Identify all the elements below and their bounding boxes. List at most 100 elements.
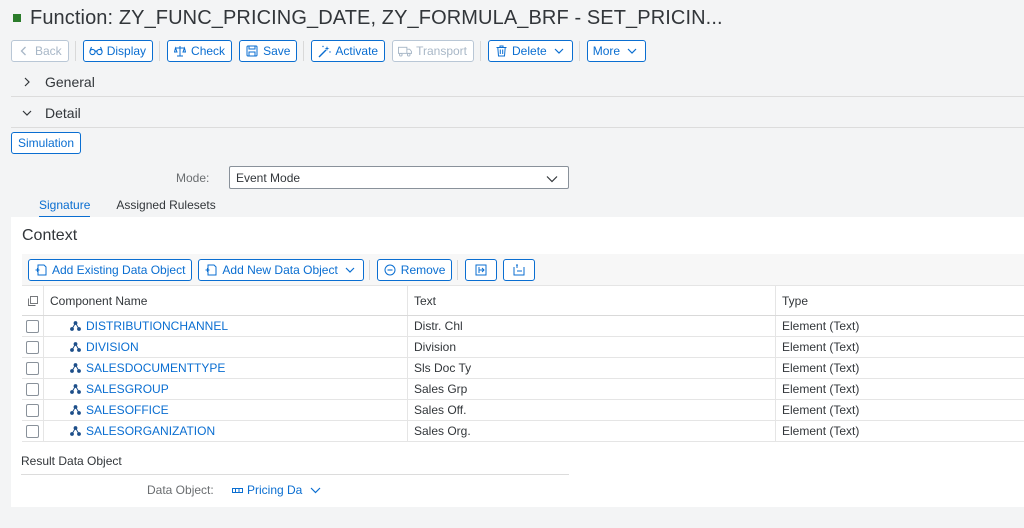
remove-button-label: Remove (400, 262, 446, 277)
tab-bar: Signature Assigned Rulesets (22, 196, 242, 218)
component-name-link[interactable]: SALESDOCUMENTTYPE (86, 361, 225, 375)
glasses-icon (89, 44, 103, 58)
display-button[interactable]: Display (82, 40, 154, 62)
check-button-label: Check (191, 44, 226, 58)
page-title: Function: ZY_FUNC_PRICING_DATE, ZY_FORMU… (30, 6, 723, 29)
component-name-link[interactable]: SALESGROUP (86, 382, 169, 396)
add-document-icon (204, 263, 218, 277)
row-checkbox[interactable] (26, 403, 39, 417)
component-text-cell: Sales Org. (408, 421, 776, 441)
activate-button-label: Activate (335, 44, 379, 58)
remove-button[interactable]: Remove (376, 258, 453, 281)
section-detail[interactable]: Detail (11, 98, 1024, 128)
add-existing-data-object-button[interactable]: Add Existing Data Object (28, 258, 193, 281)
row-select-cell[interactable] (22, 316, 44, 336)
toolbar-separator (159, 41, 161, 61)
chevron-right-icon (21, 76, 33, 88)
component-name-cell: SALESORGANIZATION (44, 421, 408, 441)
component-name-cell: DISTRIBUTIONCHANNEL (44, 316, 408, 336)
context-title: Context (22, 227, 78, 244)
tab-assigned-rulesets[interactable]: Assigned Rulesets (116, 196, 215, 218)
component-text-cell: Distr. Chl (408, 316, 776, 336)
delete-button[interactable]: Delete (488, 40, 573, 62)
row-checkbox[interactable] (26, 319, 39, 333)
save-icon (245, 44, 259, 58)
more-button-label: More (592, 44, 621, 58)
toolbar-separator (303, 41, 305, 61)
row-checkbox[interactable] (26, 382, 39, 396)
column-header-text[interactable]: Text (408, 286, 776, 315)
data-object-label: Data Object: (147, 483, 214, 497)
row-select-cell[interactable] (22, 379, 44, 399)
table-row[interactable]: SALESOFFICE Sales Off. Element (Text) (22, 400, 1024, 421)
collapse-icon (512, 263, 526, 277)
table-row[interactable]: SALESORGANIZATION Sales Org. Element (Text… (22, 421, 1024, 442)
magic-wand-icon (317, 44, 331, 58)
component-type-cell: Element (Text) (782, 340, 860, 354)
component-name-cell: SALESDOCUMENTTYPE (44, 358, 408, 378)
table-body: DISTRIBUTIONCHANNEL Distr. Chl Element (Te… (22, 316, 1024, 442)
expand-icon (474, 263, 488, 277)
collapse-all-button[interactable] (503, 258, 536, 281)
table-row[interactable]: SALESGROUP Sales Grp Element (Text) (22, 379, 1024, 400)
column-header-type[interactable]: Type (776, 286, 1024, 315)
select-all-cell[interactable] (22, 286, 44, 315)
component-name-link[interactable]: SALESOFFICE (86, 403, 169, 417)
column-header-component-name[interactable]: Component Name (44, 286, 408, 315)
component-name-link[interactable]: SALESORGANIZATION (86, 424, 215, 438)
title-bar: Function: ZY_FUNC_PRICING_DATE, ZY_FORMU… (0, 0, 1024, 36)
add-new-data-object-button[interactable]: Add New Data Object (198, 258, 364, 281)
data-element-icon (232, 487, 243, 494)
element-tree-icon (70, 363, 81, 373)
transport-button[interactable]: Transport (392, 40, 475, 62)
truck-icon (398, 44, 413, 58)
table-row[interactable]: DISTRIBUTIONCHANNEL Distr. Chl Element (Te… (22, 316, 1024, 337)
select-all-icon (27, 295, 38, 306)
row-select-cell[interactable] (22, 421, 44, 441)
component-name-link[interactable]: DISTRIBUTIONCHANNEL (86, 319, 228, 333)
chevron-left-icon (17, 44, 31, 58)
component-type-cell: Element (Text) (782, 319, 860, 333)
tab-signature[interactable]: Signature (39, 196, 91, 218)
component-type-cell: Element (Text) (782, 424, 860, 438)
mode-select[interactable]: Event Mode (229, 166, 569, 189)
element-tree-icon (70, 384, 81, 394)
context-panel: Context Add Existing Data Object Add New… (11, 217, 1024, 507)
data-object-link[interactable]: Pricing Da (232, 483, 321, 497)
context-table: Component Name Text Type DISTRIBUTIONCHA… (22, 286, 1024, 442)
activate-button[interactable]: Activate (311, 40, 386, 62)
save-button[interactable]: Save (239, 40, 298, 62)
expand-all-button[interactable] (465, 258, 498, 281)
chevron-down-icon (343, 263, 357, 277)
row-select-cell[interactable] (22, 400, 44, 420)
row-checkbox[interactable] (26, 361, 39, 375)
toolbar-separator (578, 41, 580, 61)
row-checkbox[interactable] (26, 424, 39, 438)
add-existing-data-object-label: Add Existing Data Object (52, 262, 186, 277)
table-row[interactable]: SALESDOCUMENTTYPE Sls Doc Ty Element (Text… (22, 358, 1024, 379)
back-button[interactable]: Back (11, 40, 69, 62)
toolbar-separator (480, 41, 482, 61)
minus-circle-icon (383, 263, 397, 277)
section-general[interactable]: General (11, 67, 1024, 97)
more-button[interactable]: More (586, 40, 647, 62)
component-name-cell: SALESOFFICE (44, 400, 408, 420)
component-name-cell: DIVISION (44, 337, 408, 357)
table-row[interactable]: DIVISION Division Element (Text) (22, 337, 1024, 358)
chevron-down-icon[interactable] (310, 487, 321, 494)
component-text-cell: Division (408, 337, 776, 357)
mode-label: Mode: (176, 171, 210, 185)
toolbar-separator (74, 41, 76, 61)
row-checkbox[interactable] (26, 340, 39, 354)
row-select-cell[interactable] (22, 337, 44, 357)
check-button[interactable]: Check (167, 40, 233, 62)
row-select-cell[interactable] (22, 358, 44, 378)
result-data-object-heading: Result Data Object (21, 454, 122, 468)
component-type-cell: Element (Text) (782, 382, 860, 396)
table-header-row: Component Name Text Type (22, 286, 1024, 316)
simulation-button[interactable]: Simulation (11, 132, 82, 154)
save-button-label: Save (263, 44, 291, 58)
divider (21, 474, 569, 475)
component-text-cell: Sls Doc Ty (408, 358, 776, 378)
component-name-link[interactable]: DIVISION (86, 340, 139, 354)
